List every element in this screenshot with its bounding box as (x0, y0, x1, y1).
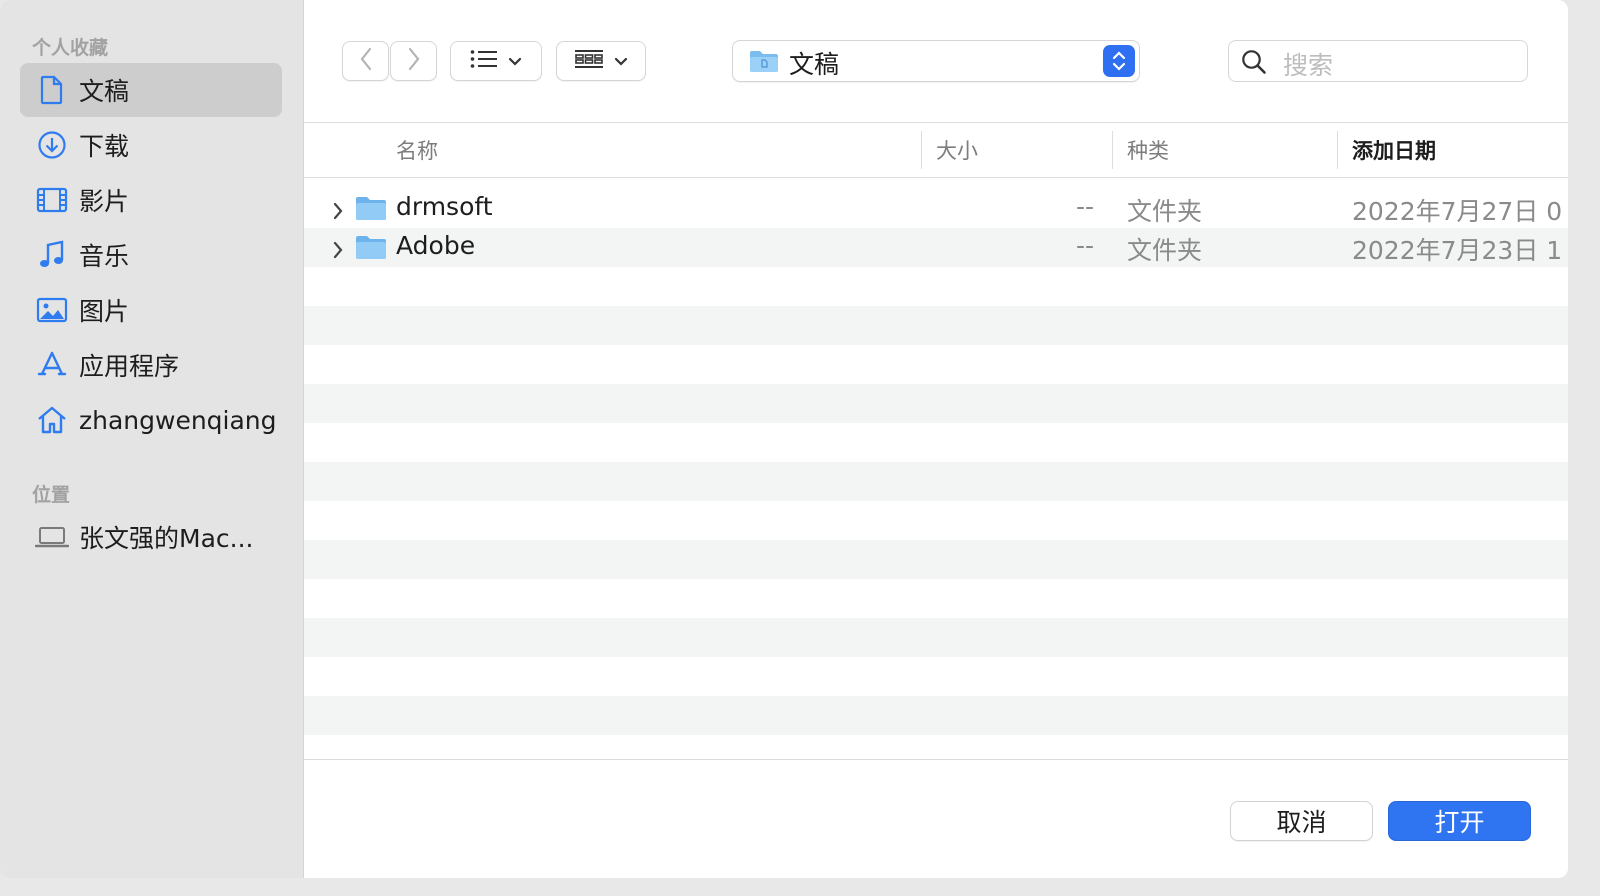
sidebar-item-label: 下载 (79, 132, 130, 161)
applications-icon (34, 347, 70, 383)
sidebar-item-documents[interactable]: 文稿 (20, 63, 282, 117)
search-icon (1241, 49, 1267, 79)
column-date-added[interactable]: 添加日期 (1352, 135, 1436, 165)
disclosure-triangle-icon[interactable] (332, 198, 344, 227)
sidebar-item-label: 应用程序 (79, 352, 180, 381)
cancel-button[interactable]: 取消 (1230, 801, 1373, 841)
list-view-icon (470, 49, 498, 73)
search-field[interactable]: 搜索 (1228, 40, 1528, 82)
grid-view-icon (574, 47, 604, 75)
file-kind: 文件夹 (1127, 197, 1203, 226)
sidebar-item-downloads[interactable]: 下载 (20, 118, 282, 172)
sidebar-item-label: zhangwenqiang (79, 405, 277, 435)
disclosure-triangle-icon[interactable] (332, 237, 344, 266)
file-name: drmsoft (396, 192, 493, 221)
file-name: Adobe (396, 231, 476, 260)
open-file-dialog: 个人收藏 文稿 下载 影片 音乐 图片 应用程序 zhangwenqiang 位… (0, 0, 1568, 878)
search-placeholder: 搜索 (1283, 51, 1334, 80)
sidebar-item-label: 文稿 (79, 77, 130, 106)
column-header: 名称 大小 种类 添加日期 (304, 123, 1568, 178)
column-name[interactable]: 名称 (396, 135, 438, 165)
file-date: 2022年7月27日 0 (1352, 197, 1563, 226)
sidebar-item-label: 音乐 (79, 242, 130, 271)
download-icon (34, 127, 70, 163)
film-icon (34, 182, 70, 218)
locations-section-title: 位置 (32, 484, 71, 506)
row-stripe (304, 540, 1568, 579)
path-popup[interactable]: 文稿 (732, 40, 1140, 82)
column-size[interactable]: 大小 (936, 135, 978, 165)
sidebar-item-home[interactable]: zhangwenqiang (20, 393, 282, 447)
chevron-right-icon (407, 47, 421, 75)
sidebar-item-label: 影片 (79, 187, 130, 216)
column-divider (921, 131, 922, 169)
group-view-button[interactable] (556, 41, 646, 81)
column-divider (1337, 131, 1338, 169)
file-kind: 文件夹 (1127, 236, 1203, 265)
sidebar-item-label: 张文强的Mac... (79, 524, 254, 553)
sidebar-item-label: 图片 (79, 297, 130, 326)
row-stripe (304, 618, 1568, 657)
file-date: 2022年7月23日 1 (1352, 236, 1563, 265)
chevron-down-icon (508, 52, 522, 71)
stepper-icon (1103, 45, 1135, 77)
document-icon (34, 72, 70, 108)
forward-button[interactable] (390, 41, 437, 81)
table-row[interactable]: Adobe -- 文件夹 2022年7月23日 1 (304, 228, 1568, 267)
sidebar-item-pictures[interactable]: 图片 (20, 283, 282, 337)
laptop-icon (34, 519, 70, 555)
path-label: 文稿 (789, 50, 840, 79)
folder-icon (355, 194, 387, 228)
chevron-left-icon (359, 47, 373, 75)
toolbar: 文稿 搜索 (304, 0, 1568, 123)
folder-icon (749, 49, 779, 77)
chevron-down-icon (614, 52, 628, 71)
file-size: -- (1076, 192, 1095, 221)
back-button[interactable] (342, 41, 389, 81)
sidebar-item-applications[interactable]: 应用程序 (20, 338, 282, 392)
file-list: drmsoft -- 文件夹 2022年7月27日 0 Adobe -- 文件夹… (304, 188, 1568, 738)
column-divider (1112, 131, 1113, 169)
dialog-footer: 取消 打开 (304, 759, 1568, 878)
sidebar: 个人收藏 文稿 下载 影片 音乐 图片 应用程序 zhangwenqiang 位… (0, 0, 304, 878)
open-button[interactable]: 打开 (1388, 801, 1531, 841)
sidebar-item-mac[interactable]: 张文强的Mac... (20, 510, 282, 564)
table-row[interactable]: drmsoft -- 文件夹 2022年7月27日 0 (304, 189, 1568, 228)
picture-icon (34, 292, 70, 328)
file-size: -- (1076, 231, 1095, 260)
favorites-section-title: 个人收藏 (32, 37, 109, 59)
row-stripe (304, 696, 1568, 735)
column-kind[interactable]: 种类 (1127, 135, 1169, 165)
home-icon (34, 402, 70, 438)
row-stripe (304, 306, 1568, 345)
file-browser: 文稿 搜索 名称 大小 种类 添加日期 drmsoft -- 文件夹 2022年… (304, 0, 1568, 878)
sidebar-item-movies[interactable]: 影片 (20, 173, 282, 227)
music-icon (34, 237, 70, 273)
folder-icon (355, 233, 387, 267)
row-stripe (304, 384, 1568, 423)
list-view-button[interactable] (450, 41, 542, 81)
sidebar-item-music[interactable]: 音乐 (20, 228, 282, 282)
row-stripe (304, 462, 1568, 501)
